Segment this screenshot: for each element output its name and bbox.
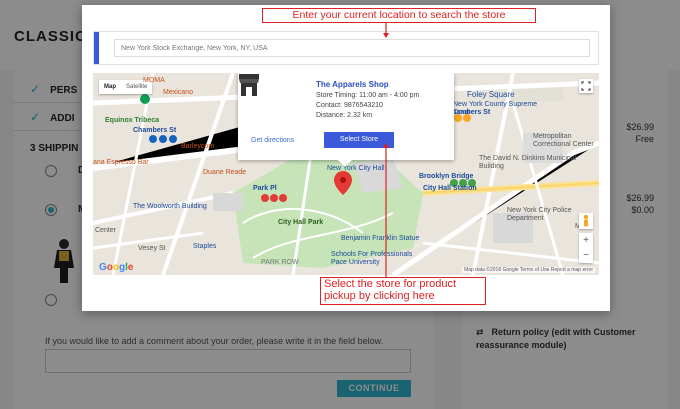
annotation-search-hint: Enter your current location to search th… [262,8,536,23]
annotation-arrows [383,23,389,277]
annotation-select-hint: Select the store for product pickup by c… [320,277,486,305]
